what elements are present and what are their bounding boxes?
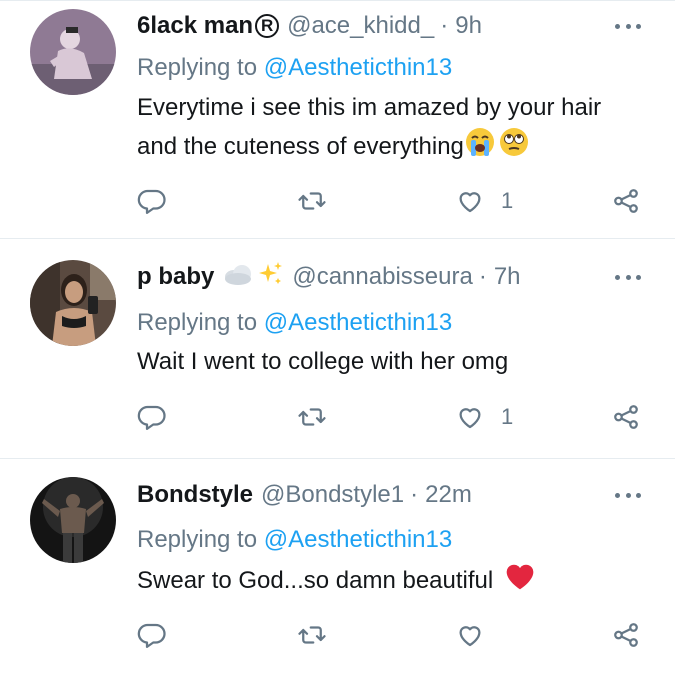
replying-to: Replying to @Aestheticthin13 bbox=[137, 54, 452, 82]
tweet-text: Everytime i see this im amazed by your h… bbox=[137, 89, 657, 169]
mention-link[interactable]: @Aestheticthin13 bbox=[264, 309, 452, 336]
like-button[interactable]: 1 bbox=[455, 401, 513, 433]
like-button[interactable] bbox=[455, 619, 501, 651]
tweet-3[interactable]: Bondstyle @Bondstyle1 · 22m Replying to … bbox=[0, 459, 675, 673]
like-icon bbox=[459, 192, 481, 213]
like-count: 1 bbox=[501, 188, 514, 213]
tweet-header: Bondstyle @Bondstyle1 · 22m bbox=[137, 479, 472, 511]
share-button[interactable] bbox=[611, 185, 641, 217]
tweet-text: Swear to God...so damn beautiful bbox=[137, 561, 657, 602]
retweet-icon bbox=[298, 626, 326, 644]
like-button[interactable]: 1 bbox=[455, 185, 513, 217]
avatar[interactable] bbox=[30, 477, 116, 563]
like-icon bbox=[459, 408, 481, 429]
retweet-button[interactable] bbox=[297, 401, 327, 433]
mention-link[interactable]: @Aestheticthin13 bbox=[264, 54, 452, 81]
reply-icon bbox=[137, 189, 166, 214]
user-handle[interactable]: @ace_khidd_ bbox=[287, 12, 434, 40]
loudly-crying-face-icon bbox=[464, 126, 496, 169]
share-icon bbox=[614, 189, 638, 213]
like-count: 1 bbox=[501, 404, 514, 429]
separator-dot: · bbox=[410, 481, 419, 508]
retweet-button[interactable] bbox=[297, 185, 327, 217]
retweet-icon bbox=[298, 192, 326, 210]
replying-to: Replying to @Aestheticthin13 bbox=[137, 309, 452, 337]
separator-dot: · bbox=[478, 263, 487, 290]
share-icon bbox=[614, 623, 638, 647]
reply-icon bbox=[137, 405, 166, 430]
avatar[interactable] bbox=[30, 9, 116, 95]
tweet-actions bbox=[137, 619, 657, 651]
timestamp[interactable]: 7h bbox=[494, 263, 521, 291]
registered-badge: R bbox=[255, 14, 280, 38]
retweet-button[interactable] bbox=[297, 619, 327, 651]
share-icon bbox=[614, 405, 638, 429]
sparkles-icon bbox=[256, 260, 284, 295]
display-name[interactable]: Bondstyle bbox=[137, 481, 253, 509]
red-heart-icon bbox=[504, 561, 536, 602]
replying-to-label: Replying to bbox=[137, 526, 258, 553]
more-icon[interactable] bbox=[615, 485, 641, 505]
share-button[interactable] bbox=[611, 619, 641, 651]
tweet-header: p baby @cannabisseura · 7h bbox=[137, 261, 521, 293]
reply-button[interactable] bbox=[137, 185, 167, 217]
reply-icon bbox=[137, 623, 166, 648]
tweet-text-line-2: and the cuteness of everything bbox=[137, 126, 657, 169]
reply-button[interactable] bbox=[137, 401, 167, 433]
tweet-text: Wait I went to college with her omg bbox=[137, 348, 509, 375]
timestamp[interactable]: 22m bbox=[425, 481, 472, 509]
tweet-actions: 1 bbox=[137, 401, 657, 433]
reply-button[interactable] bbox=[137, 619, 167, 651]
avatar[interactable] bbox=[30, 260, 116, 346]
display-name[interactable]: 6lack man bbox=[137, 12, 253, 40]
replying-to: Replying to @Aestheticthin13 bbox=[137, 526, 452, 554]
tweet-2[interactable]: p baby @cannabisseura · 7h Replying to @… bbox=[0, 239, 675, 458]
timestamp[interactable]: 9h bbox=[455, 12, 482, 40]
retweet-icon bbox=[298, 408, 326, 426]
more-icon[interactable] bbox=[615, 16, 641, 36]
like-icon bbox=[459, 626, 481, 647]
face-with-rolling-eyes-icon bbox=[498, 126, 530, 169]
replying-to-label: Replying to bbox=[137, 309, 258, 336]
tweet-header: 6lack man R @ace_khidd_ · 9h bbox=[137, 10, 482, 42]
tweet-1[interactable]: 6lack man R @ace_khidd_ · 9h Replying to… bbox=[0, 0, 675, 238]
mention-link[interactable]: @Aestheticthin13 bbox=[264, 526, 452, 553]
replying-to-label: Replying to bbox=[137, 54, 258, 81]
more-icon[interactable] bbox=[615, 267, 641, 287]
display-name[interactable]: p baby bbox=[137, 263, 214, 291]
share-button[interactable] bbox=[611, 401, 641, 433]
tweet-text-line: Everytime i see this im amazed by your h… bbox=[137, 94, 602, 121]
cloud-icon bbox=[222, 262, 254, 293]
tweet-actions: 1 bbox=[137, 185, 657, 217]
user-handle[interactable]: @cannabisseura bbox=[292, 263, 472, 291]
user-handle[interactable]: @Bondstyle1 bbox=[261, 481, 404, 509]
separator-dot: · bbox=[440, 12, 449, 39]
